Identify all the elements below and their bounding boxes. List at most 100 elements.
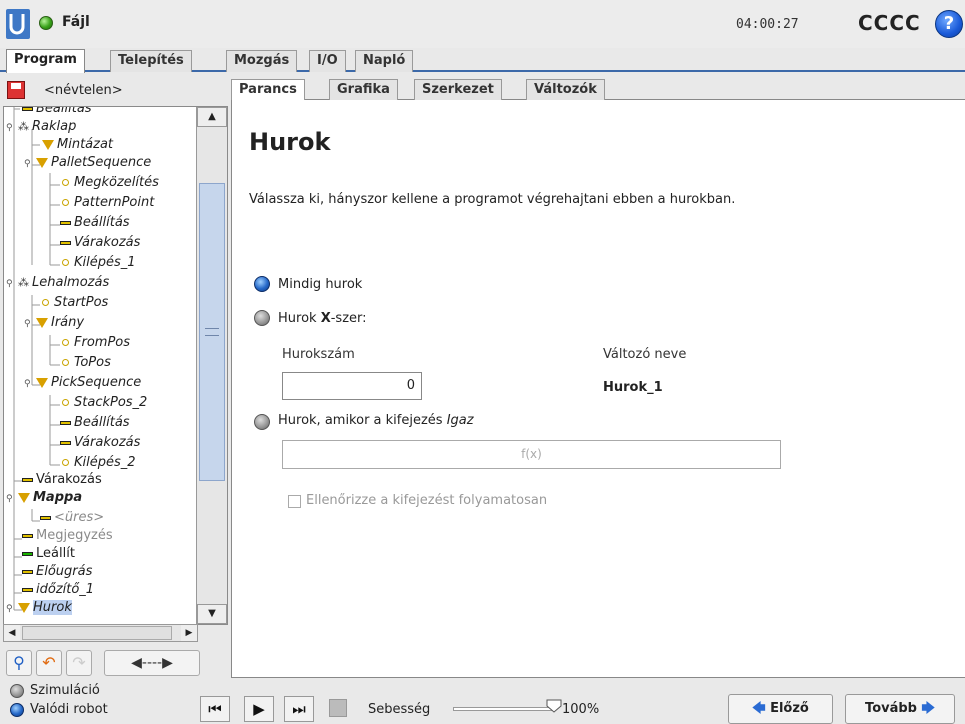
triangle-icon: [36, 317, 48, 328]
waypoint-icon: [42, 299, 49, 306]
tree-node[interactable]: Megközelítés: [60, 175, 159, 193]
save-icon[interactable]: [7, 81, 25, 99]
tree-node-label: Hurok: [33, 600, 72, 615]
expression-input[interactable]: f(x): [282, 440, 781, 469]
file-menu[interactable]: Fájl: [62, 14, 90, 30]
expand-toggle-icon[interactable]: ⚲: [24, 159, 36, 169]
tree-node-label: Leállít: [36, 546, 75, 561]
stop-button[interactable]: [329, 699, 347, 717]
check-continuously-checkbox[interactable]: [288, 495, 301, 508]
scroll-left-icon[interactable]: ◀: [4, 625, 20, 641]
loop-count-input[interactable]: 0: [282, 372, 422, 400]
program-tree[interactable]: Beállítás ⚲ ⁂ Raklap Mintázat ⚲ PalletSequence…: [3, 106, 228, 625]
scroll-down-icon[interactable]: ▼: [197, 604, 227, 624]
waypoint-icon: [62, 259, 69, 266]
search-icon[interactable]: ⚲: [6, 650, 32, 676]
undo-icon[interactable]: ↶: [36, 650, 62, 676]
tree-node[interactable]: <üres>: [40, 510, 104, 528]
radio-loop-while-expression[interactable]: [254, 414, 270, 430]
tree-node[interactable]: PatternPoint: [60, 195, 154, 213]
tree-node-label: Beállítás: [74, 415, 130, 430]
move-node-button[interactable]: ◀----▶: [104, 650, 200, 676]
tree-node[interactable]: ⚲ PickSequence: [24, 375, 141, 393]
tab-log[interactable]: Napló: [355, 50, 414, 72]
tree-node[interactable]: ⚲ Irány: [24, 315, 84, 333]
bar-icon: [22, 477, 33, 482]
tree-node[interactable]: Megjegyzés: [22, 528, 113, 546]
tree-node[interactable]: StartPos: [40, 295, 108, 313]
clock: 04:00:27: [736, 17, 799, 32]
speed-slider-track[interactable]: [453, 707, 553, 711]
tab-variables[interactable]: Változók: [526, 79, 605, 100]
tree-node[interactable]: FromPos: [60, 335, 130, 353]
tree-node[interactable]: Előugrás: [22, 564, 92, 582]
scroll-thumb[interactable]: [199, 183, 225, 481]
play-button[interactable]: ▶: [244, 696, 274, 722]
tab-program[interactable]: Program: [6, 49, 85, 73]
tree-node-label: Megközelítés: [74, 175, 159, 190]
real-robot-radio[interactable]: [10, 702, 24, 717]
scroll-right-icon[interactable]: ▶: [181, 625, 197, 641]
tree-node[interactable]: időzítő_1: [22, 582, 94, 600]
tab-move[interactable]: Mozgás: [226, 50, 298, 72]
simulation-radio[interactable]: [10, 683, 24, 698]
bar-icon: [22, 533, 33, 538]
tree-node[interactable]: ⚲ ⁂ Raklap: [6, 119, 76, 137]
mode-real-robot[interactable]: Valódi robot: [10, 702, 108, 717]
triangle-icon: [42, 139, 54, 150]
footer-bar: Szimuláció Valódi robot ⏮ ▶ ⏭ Sebesség 1…: [0, 680, 965, 724]
tab-io[interactable]: I/O: [309, 50, 346, 72]
tree-horizontal-scrollbar[interactable]: ◀ ▶: [3, 624, 198, 642]
tree-node[interactable]: Kilépés_2: [60, 455, 136, 473]
expand-toggle-icon[interactable]: ⚲: [6, 279, 18, 289]
expand-toggle-icon[interactable]: ⚲: [24, 379, 36, 389]
real-robot-label: Valódi robot: [30, 702, 108, 717]
scroll-up-icon[interactable]: ▲: [197, 107, 227, 127]
redo-icon[interactable]: ↷: [66, 650, 92, 676]
previous-button[interactable]: 🡄 Előző: [728, 694, 833, 724]
tree-node[interactable]: Várakozás: [22, 472, 102, 490]
tree-node[interactable]: StackPos_2: [60, 395, 147, 413]
bar-icon: [60, 240, 71, 245]
tree-node[interactable]: Várakozás: [60, 435, 140, 453]
tree-vertical-scrollbar[interactable]: ▲ ▼: [196, 107, 227, 624]
tree-node[interactable]: Leállít: [22, 546, 75, 564]
expand-toggle-icon[interactable]: ⚲: [6, 123, 18, 133]
tree-node[interactable]: Mintázat: [42, 137, 113, 155]
tree-node-label: Beállítás: [36, 106, 92, 116]
program-name: <névtelen>: [44, 83, 123, 98]
expand-toggle-icon[interactable]: ⚲: [6, 604, 18, 614]
tab-graphics[interactable]: Grafika: [329, 79, 398, 100]
next-button[interactable]: Tovább 🡆: [845, 694, 955, 724]
tree-node-label: Előugrás: [36, 564, 93, 579]
tree-node[interactable]: Kilépés_1: [60, 255, 136, 273]
waypoint-icon: [62, 179, 69, 186]
tree-node[interactable]: ⚲ ⁂ Lehalmozás: [6, 275, 109, 293]
speed-slider-knob[interactable]: [546, 699, 562, 713]
skip-back-button[interactable]: ⏮: [200, 696, 230, 722]
tree-node-label: Beállítás: [74, 215, 130, 230]
expand-toggle-icon[interactable]: ⚲: [24, 319, 36, 329]
expand-toggle-icon[interactable]: ⚲: [6, 494, 18, 504]
tree-node[interactable]: ⚲ PalletSequence: [24, 155, 151, 173]
tree-node[interactable]: ToPos: [60, 355, 111, 373]
radio-loop-x-times[interactable]: [254, 310, 270, 326]
help-button[interactable]: ?: [935, 10, 963, 38]
tree-node[interactable]: Várakozás: [60, 235, 140, 253]
tree-node[interactable]: Beállítás: [22, 106, 92, 119]
tree-node[interactable]: Beállítás: [60, 215, 130, 233]
tab-structure[interactable]: Szerkezet: [414, 79, 502, 100]
hscroll-thumb[interactable]: [22, 626, 172, 640]
mode-simulation[interactable]: Szimuláció: [10, 683, 100, 698]
step-button[interactable]: ⏭: [284, 696, 314, 722]
tree-node[interactable]: Beállítás: [60, 415, 130, 433]
tree-node-label: PatternPoint: [74, 195, 155, 210]
tree-node[interactable]: ⚲ Mappa: [6, 490, 82, 508]
tab-installation[interactable]: Telepítés: [110, 50, 192, 72]
radio-always-loop[interactable]: [254, 276, 270, 292]
tree-node[interactable]: ⚲ Hurok: [6, 600, 72, 618]
label-loop-while-expression: Hurok, amikor a kifejezés Igaz: [278, 413, 474, 428]
command-tabs: Parancs Grafika Szerkezet Változók: [231, 78, 965, 100]
tab-command[interactable]: Parancs: [231, 79, 305, 100]
tree-node-label: Várakozás: [74, 235, 141, 250]
